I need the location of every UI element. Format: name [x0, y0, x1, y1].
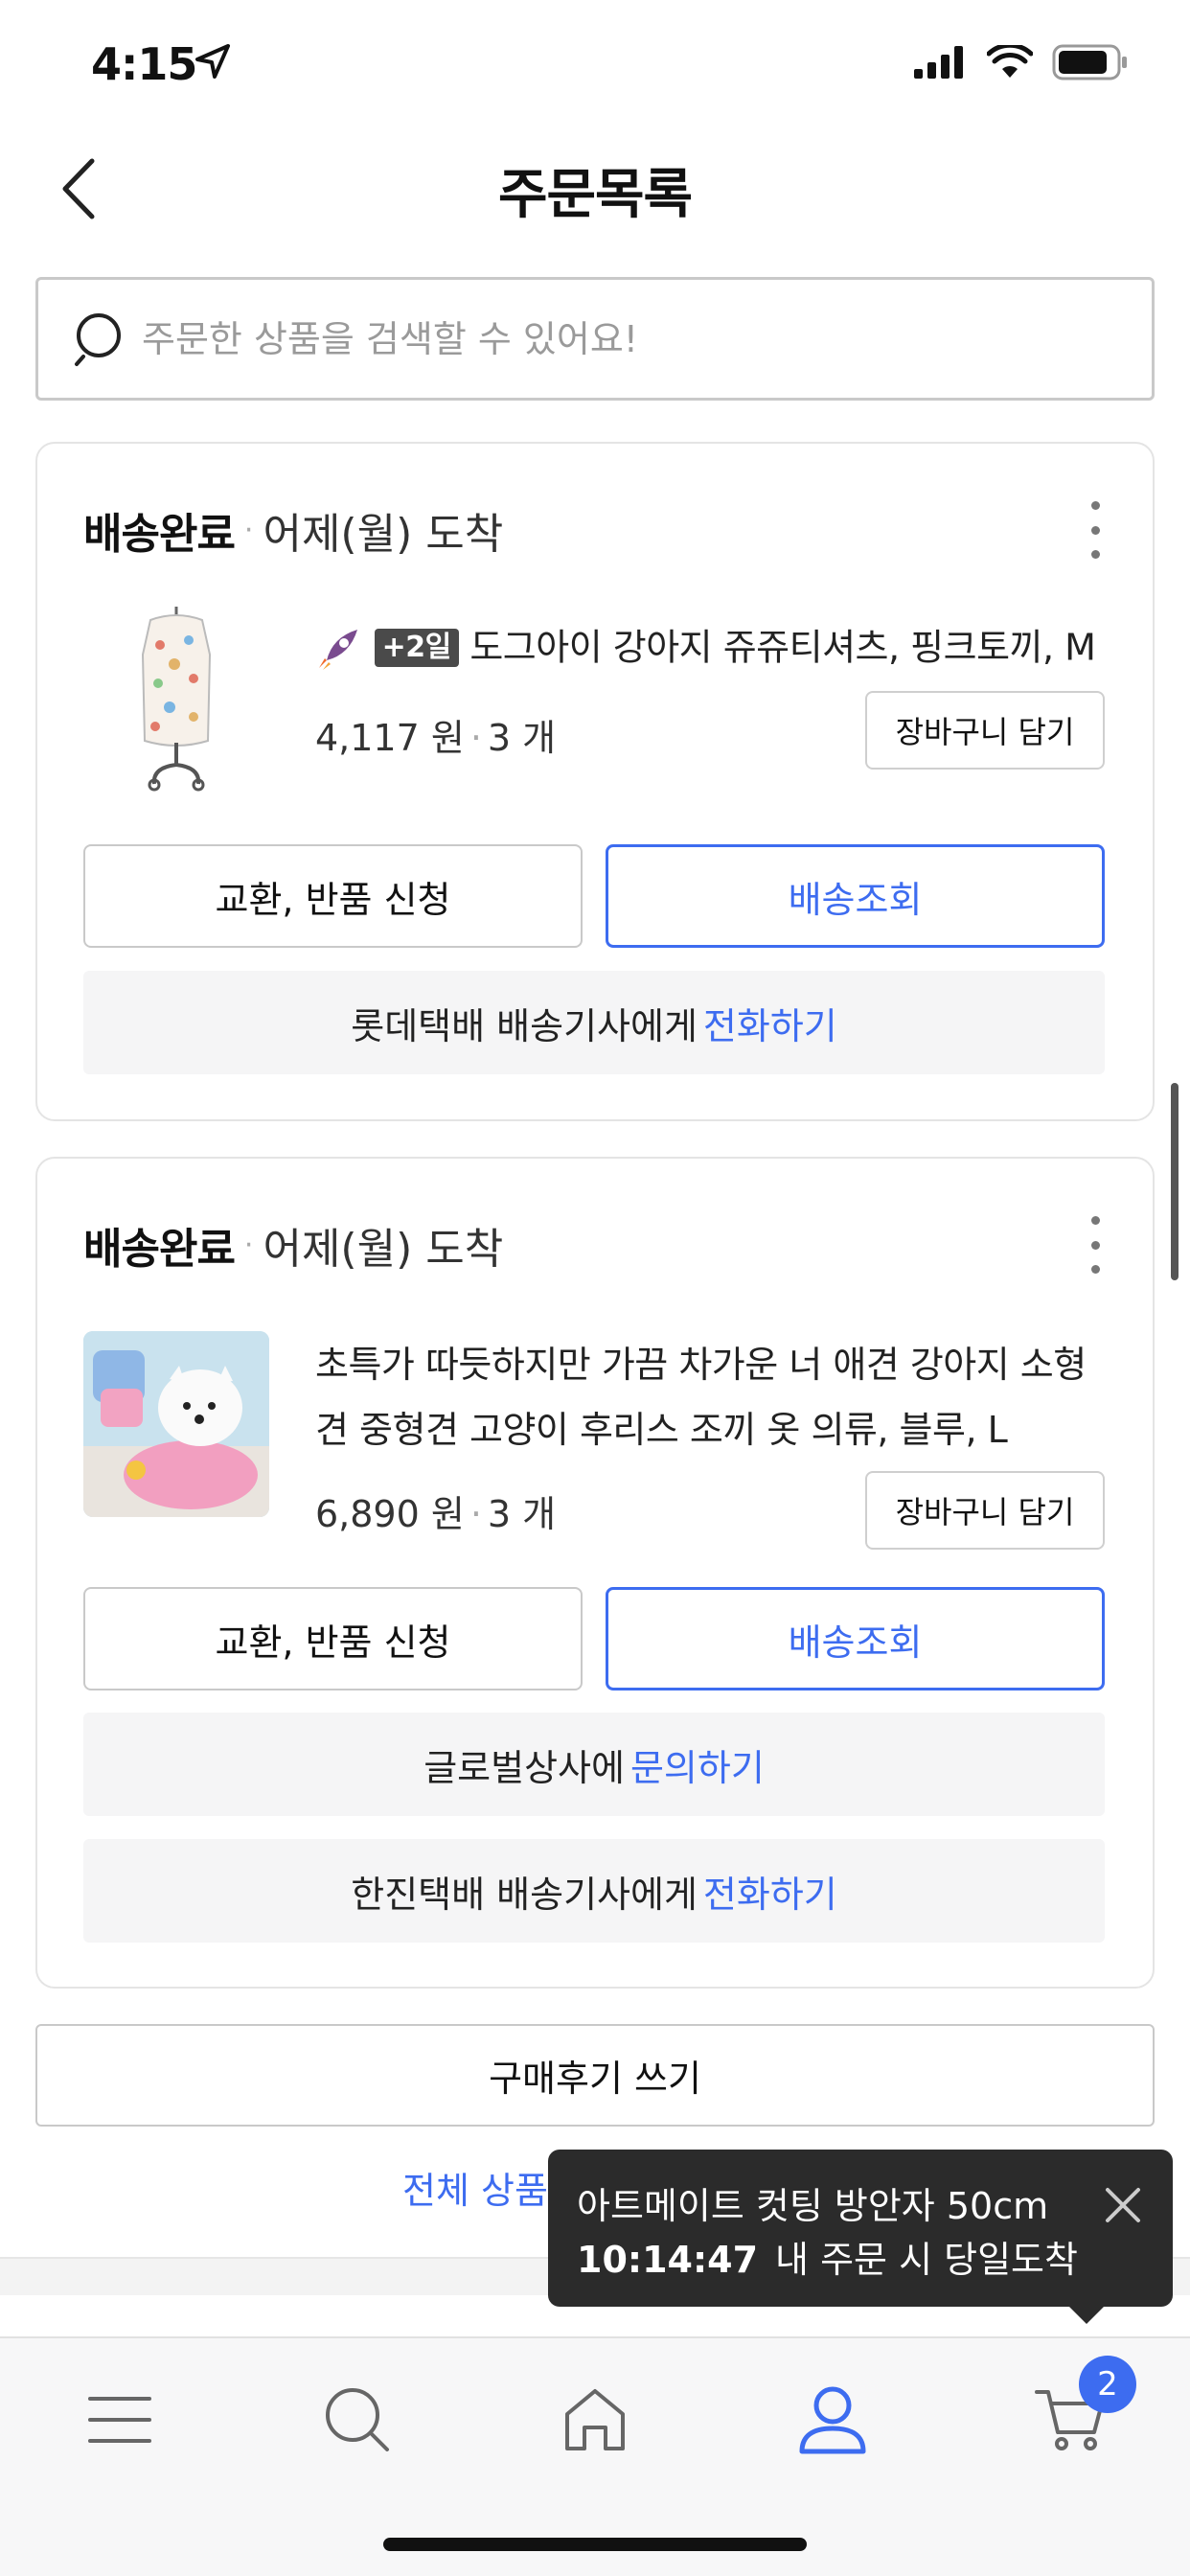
toast-countdown-line: 10:14:47 내 주문 시 당일도착	[577, 2230, 1078, 2283]
arrival-date: 어제(월) 도착	[263, 1225, 504, 1274]
product-name[interactable]: +2일 도그아이 강아지 쥬쥬티셔츠, 핑크토끼, M	[315, 612, 1105, 680]
menu-icon	[88, 2397, 151, 2443]
product-name-text: 도그아이 강아지 쥬쥬티셔츠, 핑크토끼, M	[469, 626, 1096, 669]
page-title: 주문목록	[497, 164, 693, 226]
tab-menu[interactable]	[77, 2377, 163, 2463]
product-price-qty: 4,117 원 · 3 개	[315, 717, 557, 759]
seller-inquiry-row: 글로벌상사에 문의하기	[83, 1713, 1105, 1816]
tab-search[interactable]	[314, 2377, 400, 2463]
toast-countdown: 10:14:47	[577, 2239, 759, 2281]
product-price: 6,890 원	[315, 1493, 465, 1535]
search-icon	[75, 312, 121, 366]
scrollbar[interactable]	[1171, 1083, 1179, 1280]
rocket-delivery-icon	[315, 624, 363, 672]
more-options-icon[interactable]	[1076, 501, 1114, 559]
status-bar: 4:15	[0, 0, 1190, 125]
courier-contact-row: 한진택배 배송기사에게 전화하기	[83, 1839, 1105, 1943]
call-courier-link[interactable]: 전화하기	[703, 997, 837, 1049]
courier-contact-row: 롯데택배 배송기사에게 전화하기	[83, 971, 1105, 1074]
order-status-line: 배송완료 · 어제(월) 도착	[83, 1214, 503, 1276]
product-name[interactable]: 초특가 따듯하지만 가끔 차가운 너 애견 강아지 소형견 중형견 고양이 후리…	[315, 1332, 1105, 1462]
home-indicator[interactable]	[383, 2538, 807, 2551]
shirt-image	[141, 607, 212, 792]
extra-days-badge: +2일	[374, 628, 459, 667]
status-indicators	[914, 44, 1129, 80]
order-card: 배송완료 · 어제(월) 도착 초특가 따듯하지만 가끔 차가운 너 애견 강아…	[35, 1157, 1155, 1989]
inquire-seller-link[interactable]: 문의하기	[630, 1738, 765, 1791]
exchange-return-button[interactable]: 교환, 반품 신청	[83, 844, 583, 948]
navigation-bar: 주문목록	[0, 134, 1190, 240]
courier-contact-text: 롯데택배 배송기사에게	[351, 1004, 698, 1047]
delivery-promo-toast[interactable]: 아트메이트 컷팅 방안자 50cm 10:14:47 내 주문 시 당일도착	[548, 2150, 1173, 2324]
product-thumbnail[interactable]	[83, 607, 269, 793]
tab-my-account[interactable]	[790, 2377, 876, 2463]
more-options-icon[interactable]	[1076, 1216, 1114, 1274]
seller-inquiry-text: 글로벌상사에	[423, 1746, 625, 1789]
location-arrow-icon	[195, 44, 230, 79]
call-courier-link[interactable]: 전화하기	[703, 1865, 837, 1918]
search-icon	[326, 2388, 389, 2451]
order-search-input[interactable]	[142, 317, 1152, 360]
add-to-cart-button[interactable]: 장바구니 담기	[865, 691, 1105, 770]
tab-cart[interactable]: 2	[1027, 2356, 1136, 2463]
dog-vest-image	[83, 1331, 269, 1517]
battery-icon	[1052, 44, 1127, 80]
product-thumbnail[interactable]	[83, 1331, 269, 1517]
arrival-date: 어제(월) 도착	[263, 510, 504, 559]
order-search-box[interactable]	[35, 277, 1155, 401]
add-to-cart-button[interactable]: 장바구니 담기	[865, 1471, 1105, 1550]
product-price: 4,117 원	[315, 717, 465, 759]
toast-delivery-text: 내 주문 시 당일도착	[775, 2239, 1078, 2281]
home-icon	[565, 2389, 625, 2450]
status-time: 4:15	[91, 38, 197, 90]
close-icon[interactable]	[1102, 2184, 1144, 2226]
toast-pointer	[1069, 2307, 1104, 2324]
order-status-line: 배송완료 · 어제(월) 도착	[83, 499, 503, 561]
wifi-icon	[987, 45, 1033, 78]
track-delivery-button[interactable]: 배송조회	[606, 1587, 1105, 1690]
product-price-qty: 6,890 원 · 3 개	[315, 1493, 557, 1535]
delivery-status: 배송완료	[83, 1225, 236, 1274]
product-quantity: 3 개	[487, 717, 557, 759]
user-icon	[799, 2386, 866, 2454]
track-delivery-button[interactable]: 배송조회	[606, 844, 1105, 948]
cellular-signal-icon	[914, 46, 963, 79]
separator-dot: ·	[243, 513, 254, 547]
all-products-link[interactable]: 전체 상품	[402, 2161, 548, 2214]
write-review-button[interactable]: 구매후기 쓰기	[35, 2024, 1155, 2127]
courier-contact-text: 한진택배 배송기사에게	[351, 1873, 698, 1916]
order-card: 배송완료 · 어제(월) 도착 +2일 도그아이 강아지 쥬쥬티셔츠, 핑크토끼…	[35, 442, 1155, 1121]
product-quantity: 3 개	[487, 1493, 557, 1535]
exchange-return-button[interactable]: 교환, 반품 신청	[83, 1587, 583, 1690]
delivery-status: 배송완료	[83, 510, 236, 559]
cart-count-badge: 2	[1079, 2356, 1136, 2413]
tab-home[interactable]	[552, 2377, 638, 2463]
toast-product-name: 아트메이트 컷팅 방안자 50cm	[577, 2185, 1049, 2227]
separator-dot: ·	[243, 1228, 254, 1262]
